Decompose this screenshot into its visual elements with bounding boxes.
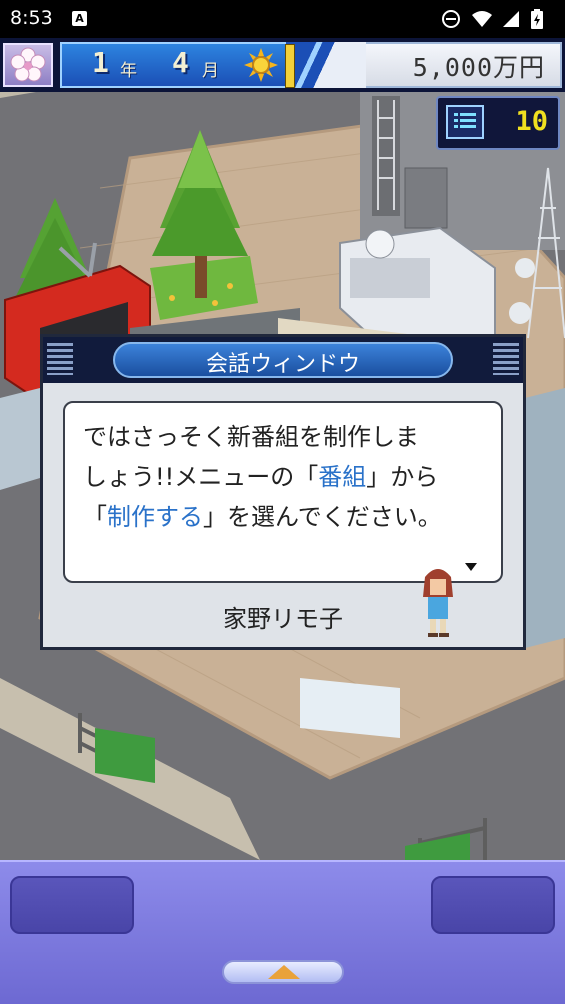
battery-icon [531,9,551,29]
next-page-icon [465,563,477,571]
notification-badge: A [72,11,87,26]
highlight-program: 番組 [318,463,367,491]
right-action-button[interactable] [431,876,555,934]
speech-bubble: ではさっそく新番組を制作しま しょう!!メニューの「番組」から 「制作する」を選… [63,401,503,583]
hud-divider [286,42,366,88]
monitor-icon [446,105,484,139]
dialog-title-pill: 会話ウィンドウ [113,342,453,378]
dialog-title: 会話ウィンドウ [205,352,360,377]
do-not-disturb-icon [441,9,461,29]
message-line-1: ではさっそく新番組を制作しま [83,423,419,451]
money-value: 5,000万円 [412,53,545,82]
speaker-name: 家野リモ子 [223,605,343,633]
year-value: 1 [92,46,109,79]
highlight-produce: 制作する [107,503,203,531]
status-bar: 8:53 A [0,0,565,38]
message-line-2b: 」から [366,463,439,491]
status-time: 8:53 [10,7,53,29]
month-value: 4 [172,46,189,79]
season-button[interactable] [3,43,53,87]
signal-icon [501,9,521,29]
year-unit: 年 [120,61,137,81]
up-arrow-icon [268,965,300,979]
grip-right [493,343,519,375]
dialog-titlebar: 会話ウィンドウ [43,337,523,383]
speaker-portrait [423,569,453,637]
program-counter[interactable]: 10 [436,96,560,150]
wifi-icon [471,9,492,29]
grip-left [47,343,73,375]
top-hud: 1 年 4 月 5,000万円 [0,38,565,92]
status-icons [441,9,551,29]
left-action-button[interactable] [10,876,134,934]
message-line-2a: しょう!!メニューの「 [83,463,319,491]
message-line-3a: 「 [83,503,107,531]
dialog-message: ではさっそく新番組を制作しま しょう!!メニューの「番組」から 「制作する」を選… [83,417,493,537]
hud-meter [285,44,295,88]
message-line-3b: 」を選んでください。 [203,503,442,531]
menu-up-button[interactable] [222,960,344,984]
conversation-window[interactable]: 会話ウィンドウ ではさっそく新番組を制作しま しょう!!メニューの「番組」から … [40,334,526,650]
program-count: 10 [515,106,548,137]
month-unit: 月 [202,61,219,81]
cherry-blossom-icon [10,47,46,82]
sun-icon [244,48,278,82]
